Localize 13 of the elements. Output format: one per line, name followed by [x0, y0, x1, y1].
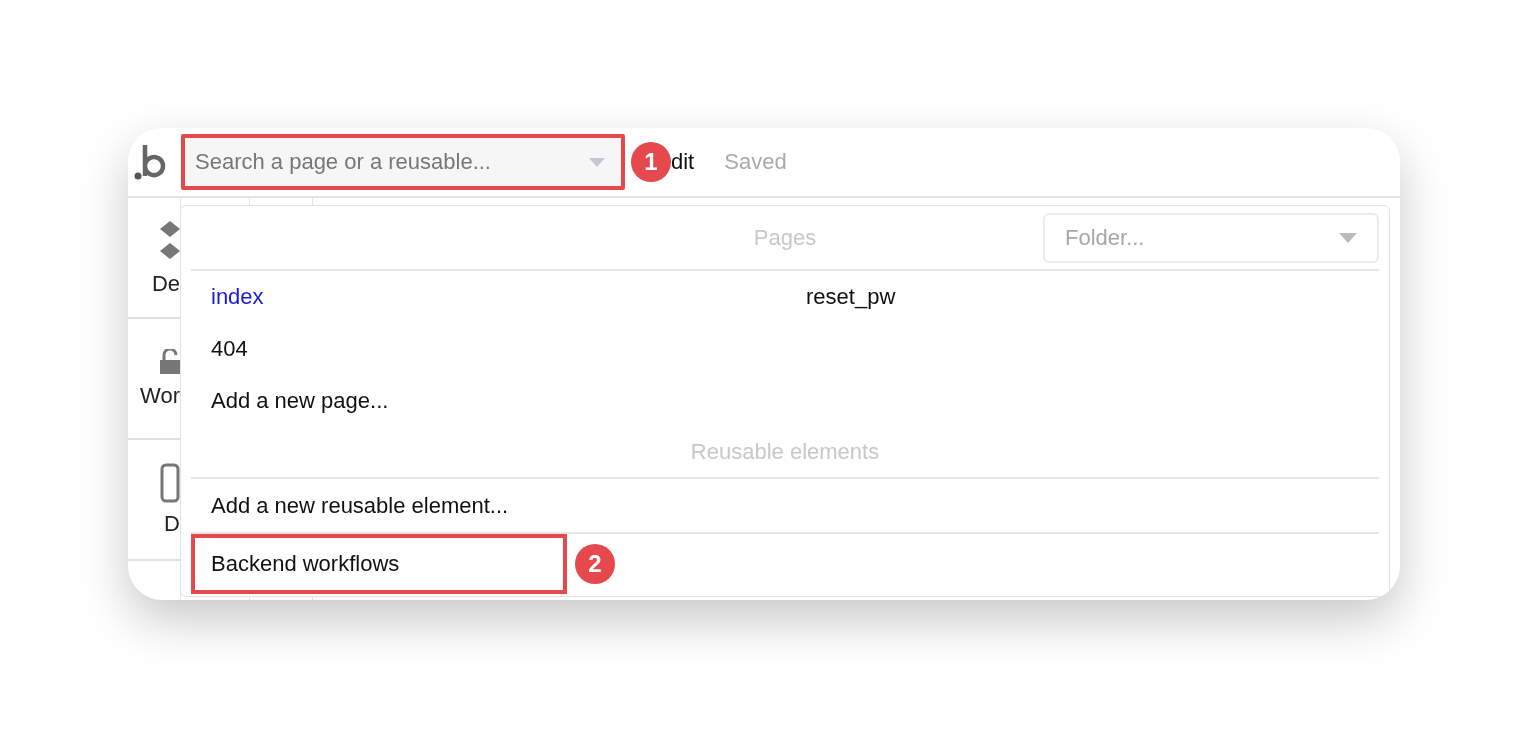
step-badge: 2 [575, 544, 615, 584]
edit-label[interactable]: dit [671, 149, 695, 175]
page-item[interactable]: reset_pw [806, 271, 1379, 323]
page-item[interactable]: 404 [211, 323, 806, 375]
caret-icon [589, 157, 605, 167]
saved-status: Saved [724, 149, 787, 175]
add-reusable-item[interactable]: Add a new reusable element... [211, 492, 509, 519]
caret-icon [1339, 233, 1357, 243]
page-search-dropdown[interactable]: Search a page or a reusable... [181, 134, 625, 190]
add-page-item[interactable]: Add a new page... [211, 388, 389, 414]
step-badge: 1 [631, 142, 671, 182]
page-item[interactable]: index [211, 271, 806, 323]
backend-workflows-item[interactable]: Backend workflows [191, 534, 567, 594]
